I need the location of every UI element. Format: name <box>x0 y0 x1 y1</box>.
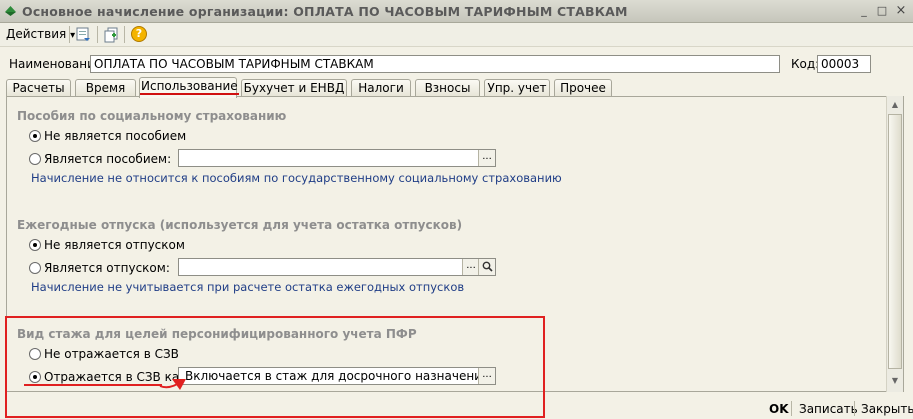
ok-button[interactable]: OK <box>769 402 789 416</box>
tab-usage[interactable]: Использование <box>139 77 239 98</box>
button-divider <box>854 401 855 416</box>
search-icon[interactable] <box>478 259 495 275</box>
tab-management-accounting[interactable]: Упр. учет <box>484 79 550 97</box>
select-button[interactable]: ... <box>478 368 495 384</box>
actions-menu[interactable]: Действия ▾ <box>6 27 75 41</box>
maximize-button[interactable]: □ <box>874 3 890 18</box>
code-label: Код: <box>791 57 820 71</box>
pfr-section-title: Вид стажа для целей персонифицированного… <box>17 327 417 341</box>
radio-not-szv-label: Не отражается в СЗВ <box>44 347 179 361</box>
radio-not-szv[interactable] <box>29 348 41 360</box>
radio-szv-as[interactable] <box>29 371 41 383</box>
help-icon[interactable]: ? <box>131 26 147 42</box>
benefits-section-title: Пособия по социальному страхованию <box>17 109 287 123</box>
window-title: Основное начисление организации: ОПЛАТА … <box>22 4 628 19</box>
vacations-section-title: Ежегодные отпуска (используется для учет… <box>17 218 463 232</box>
close-button[interactable]: Закрыть <box>861 402 913 416</box>
radio-is-vacation-label: Является отпуском: <box>44 261 170 275</box>
scroll-down-arrow-icon[interactable]: ▼ <box>888 374 902 388</box>
toolbar-divider <box>124 26 125 43</box>
tab-time[interactable]: Время <box>75 79 136 97</box>
actions-label: Действия <box>6 27 67 41</box>
dialog-buttons: OK Записать Закрыть <box>0 398 913 419</box>
name-input[interactable]: ОПЛАТА ПО ЧАСОВЫМ ТАРИФНЫМ СТАВКАМ <box>90 55 780 73</box>
code-input[interactable]: 00003 <box>817 55 871 73</box>
select-button[interactable]: ... <box>462 259 479 275</box>
close-window-button[interactable]: × <box>893 3 909 18</box>
radio-is-vacation[interactable] <box>29 262 41 274</box>
scroll-thumb[interactable] <box>888 114 902 369</box>
scroll-up-arrow-icon[interactable]: ▲ <box>888 98 902 112</box>
tab-accounting-envd[interactable]: Бухучет и ЕНВД <box>241 79 347 97</box>
toolbar: Действия ▾ ? <box>0 23 913 47</box>
title-bar: Основное начисление организации: ОПЛАТА … <box>0 0 913 23</box>
szv-type-value: Включается в стаж для досрочного назначе… <box>185 369 495 383</box>
radio-is-benefit[interactable] <box>29 153 41 165</box>
radio-not-vacation[interactable] <box>29 239 41 251</box>
post-and-close-icon[interactable] <box>75 26 92 43</box>
tab-other[interactable]: Прочее <box>554 79 612 97</box>
radio-not-benefit-label: Не является пособием <box>44 129 187 143</box>
button-divider <box>791 401 792 416</box>
vertical-scrollbar[interactable]: ▲ ▼ <box>886 96 903 392</box>
radio-szv-as-label: Отражается в СЗВ как: <box>44 370 191 384</box>
benefit-type-input[interactable]: ... <box>178 149 496 167</box>
app-icon <box>5 6 16 16</box>
copy-document-icon[interactable] <box>103 26 120 43</box>
vacations-note: Начисление не учитывается при расчете ос… <box>31 280 465 294</box>
radio-not-vacation-label: Не является отпуском <box>44 238 185 252</box>
toolbar-divider <box>69 26 70 43</box>
benefits-note: Начисление не относится к пособиям по го… <box>31 171 562 185</box>
tab-taxes[interactable]: Налоги <box>351 79 411 97</box>
minimize-button[interactable]: _ <box>856 3 872 18</box>
tab-contributions[interactable]: Взносы <box>415 79 480 97</box>
select-button[interactable]: ... <box>478 150 495 166</box>
tab-calculations[interactable]: Расчеты <box>6 79 71 97</box>
save-button[interactable]: Записать <box>799 402 858 416</box>
toolbar-divider <box>97 26 98 43</box>
szv-type-input[interactable]: Включается в стаж для досрочного назначе… <box>178 367 496 385</box>
radio-is-benefit-label: Является пособием: <box>44 152 172 166</box>
vacation-type-input[interactable]: ... <box>178 258 496 276</box>
radio-not-benefit[interactable] <box>29 130 41 142</box>
